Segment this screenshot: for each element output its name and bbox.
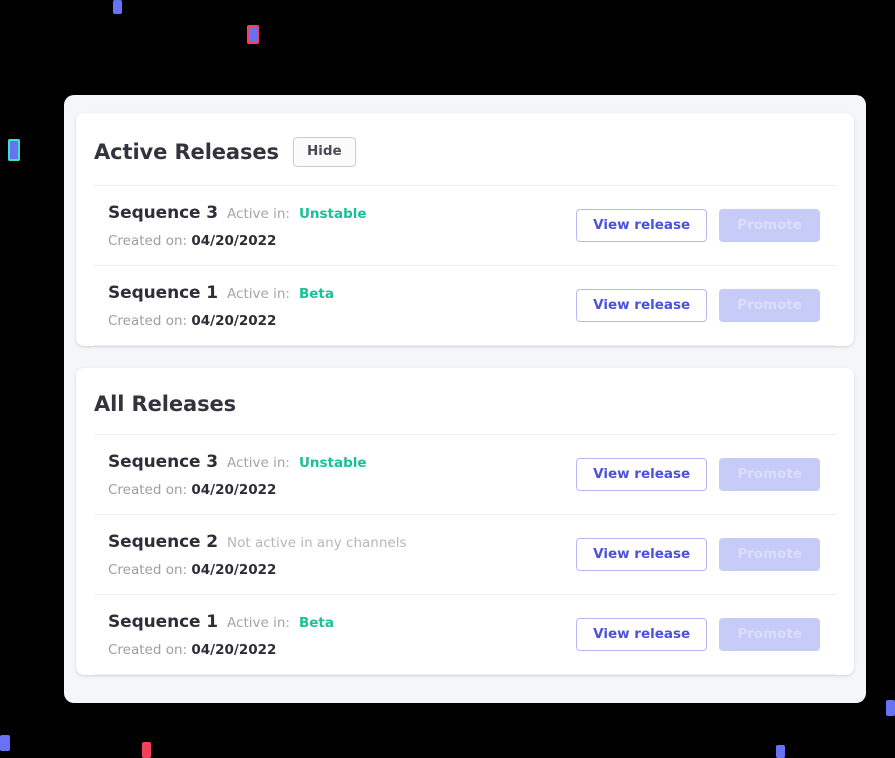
created-on-date: 04/20/2022 bbox=[191, 641, 277, 658]
hide-button[interactable]: Hide bbox=[292, 137, 356, 167]
created-on-date: 04/20/2022 bbox=[191, 561, 277, 578]
release-title-line: Sequence 3 Active in: Unstable bbox=[108, 203, 367, 223]
release-list: Sequence 3 Active in: Unstable Created on: … bbox=[94, 186, 836, 346]
release-actions: View release Promote bbox=[576, 458, 836, 491]
release-info: Sequence 3 Active in: Unstable Created on: … bbox=[108, 203, 367, 249]
release-actions: View release Promote bbox=[576, 538, 836, 571]
release-row: Sequence 3 Active in: Unstable Created on: … bbox=[94, 435, 836, 515]
release-title-line: Sequence 3 Active in: Unstable bbox=[108, 452, 367, 472]
deco-blue-top bbox=[113, 0, 122, 14]
release-info: Sequence 1 Active in: Beta Created on: 04/2… bbox=[108, 283, 334, 329]
channel-badge: Unstable bbox=[298, 205, 367, 222]
release-title-line: Sequence 2 Not active in any channels bbox=[108, 532, 406, 552]
deco-blue-far-right bbox=[886, 700, 895, 716]
release-actions: View release Promote bbox=[576, 618, 836, 651]
deco-blue-bottom-right bbox=[776, 745, 785, 758]
channel-badge: Beta bbox=[298, 614, 334, 631]
release-actions: View release Promote bbox=[576, 209, 836, 242]
card-title: All Releases bbox=[94, 391, 237, 416]
releases-panel: Active Releases Hide Sequence 3 Active in: U… bbox=[64, 95, 866, 703]
sequence-name: Sequence 1 bbox=[108, 611, 219, 632]
release-row: Sequence 1 Active in: Beta Created on: 04/2… bbox=[94, 266, 836, 346]
promote-button[interactable]: Promote bbox=[719, 209, 820, 242]
view-release-button[interactable]: View release bbox=[576, 458, 708, 491]
created-on-line: Created on: 04/20/2022 bbox=[108, 233, 367, 249]
created-on-line: Created on: 04/20/2022 bbox=[108, 562, 406, 578]
promote-button[interactable]: Promote bbox=[719, 289, 820, 322]
channel-badge: Beta bbox=[298, 285, 334, 302]
view-release-button[interactable]: View release bbox=[576, 538, 708, 571]
deco-red-blue-top bbox=[247, 25, 259, 44]
no-channel-label: Not active in any channels bbox=[227, 534, 407, 551]
created-on-label: Created on: bbox=[108, 312, 188, 329]
release-info: Sequence 3 Active in: Unstable Created on: … bbox=[108, 452, 367, 498]
created-on-line: Created on: 04/20/2022 bbox=[108, 313, 334, 329]
view-release-button[interactable]: View release bbox=[576, 209, 708, 242]
deco-blue-cyan-left bbox=[8, 139, 20, 161]
deco-red-bottom bbox=[142, 742, 151, 758]
release-row: Sequence 2 Not active in any channels Crea… bbox=[94, 515, 836, 595]
promote-button[interactable]: Promote bbox=[719, 538, 820, 571]
created-on-label: Created on: bbox=[108, 561, 188, 578]
channel-badge: Unstable bbox=[298, 454, 367, 471]
card-title: Active Releases bbox=[94, 139, 279, 164]
release-list: Sequence 3 Active in: Unstable Created on: … bbox=[94, 435, 836, 675]
card-active-releases: Active Releases Hide Sequence 3 Active in: U… bbox=[76, 113, 854, 346]
promote-button[interactable]: Promote bbox=[719, 458, 820, 491]
active-in-label: Active in: bbox=[227, 614, 290, 631]
sequence-name: Sequence 1 bbox=[108, 282, 219, 303]
card-all-releases: All Releases Sequence 3 Active in: Unstable… bbox=[76, 367, 854, 675]
release-row: Sequence 3 Active in: Unstable Created on: … bbox=[94, 186, 836, 266]
created-on-date: 04/20/2022 bbox=[191, 232, 277, 249]
cards-container: Active Releases Hide Sequence 3 Active in: U… bbox=[76, 113, 854, 675]
release-title-line: Sequence 1 Active in: Beta bbox=[108, 283, 334, 303]
page-root: Active Releases Hide Sequence 3 Active in: U… bbox=[0, 0, 895, 758]
created-on-date: 04/20/2022 bbox=[191, 481, 277, 498]
card-header-all-releases: All Releases bbox=[94, 368, 836, 435]
card-header-active-releases: Active Releases Hide bbox=[94, 113, 836, 186]
active-in-label: Active in: bbox=[227, 454, 290, 471]
created-on-label: Created on: bbox=[108, 232, 188, 249]
release-info: Sequence 2 Not active in any channels Crea… bbox=[108, 532, 406, 578]
release-actions: View release Promote bbox=[576, 289, 836, 322]
deco-blue-bottom-left bbox=[0, 735, 10, 751]
promote-button[interactable]: Promote bbox=[719, 618, 820, 651]
view-release-button[interactable]: View release bbox=[576, 618, 708, 651]
sequence-name: Sequence 3 bbox=[108, 202, 219, 223]
sequence-name: Sequence 3 bbox=[108, 451, 219, 472]
created-on-label: Created on: bbox=[108, 641, 188, 658]
created-on-line: Created on: 04/20/2022 bbox=[108, 642, 334, 658]
created-on-date: 04/20/2022 bbox=[191, 312, 277, 329]
release-row: Sequence 1 Active in: Beta Created on: 04/2… bbox=[94, 595, 836, 675]
sequence-name: Sequence 2 bbox=[108, 531, 219, 552]
active-in-label: Active in: bbox=[227, 285, 290, 302]
release-info: Sequence 1 Active in: Beta Created on: 04/2… bbox=[108, 612, 334, 658]
release-title-line: Sequence 1 Active in: Beta bbox=[108, 612, 334, 632]
active-in-label: Active in: bbox=[227, 205, 290, 222]
created-on-line: Created on: 04/20/2022 bbox=[108, 482, 367, 498]
created-on-label: Created on: bbox=[108, 481, 188, 498]
view-release-button[interactable]: View release bbox=[576, 289, 708, 322]
